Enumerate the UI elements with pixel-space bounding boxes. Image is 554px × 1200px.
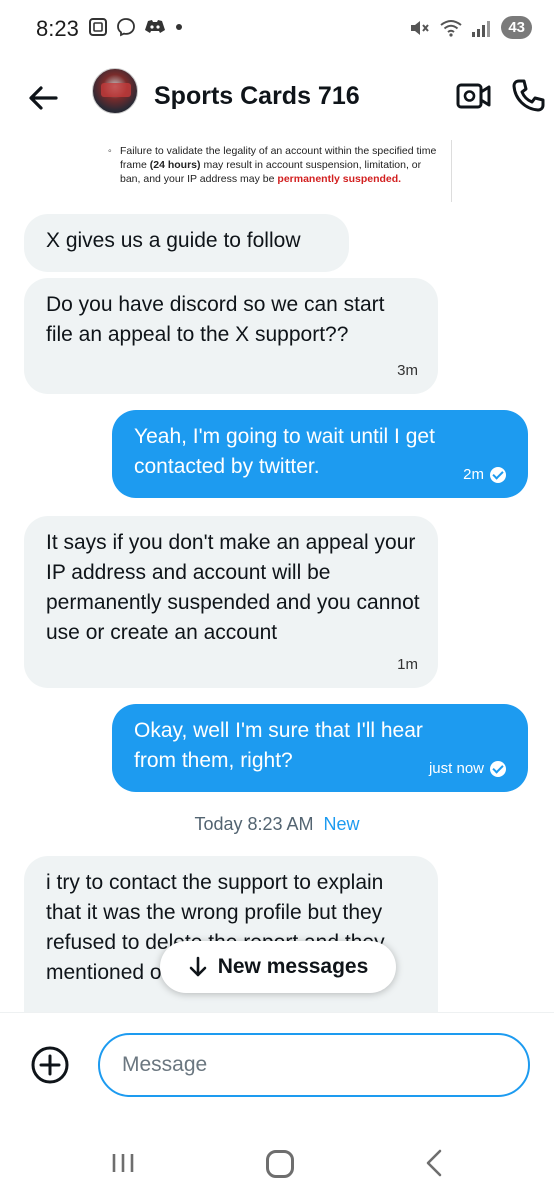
bullet-icon: ◦ [108,145,112,157]
status-notification-icons [88,17,184,37]
phone-icon[interactable] [510,78,546,114]
video-call-icon[interactable] [456,80,492,112]
message-bubble-incoming[interactable]: It says if you don't make an appeal your… [24,516,438,688]
new-label: New [323,814,360,834]
nav-back-icon[interactable] [424,1148,444,1178]
divider-time: Today 8:23 AM [194,814,314,834]
message-bubble-outgoing[interactable]: Yeah, I'm going to wait until I get cont… [112,410,528,498]
battery-indicator: 43 [501,16,532,39]
status-system-icons: 43 [409,16,532,39]
new-messages-label: New messages [217,955,369,978]
screenshot-icon [89,18,107,36]
avatar[interactable] [92,68,138,114]
message-text: It says if you don't make an appeal your… [46,531,420,644]
message-text: Okay, well I'm sure that I'll hear from … [134,719,423,772]
message-input[interactable] [98,1033,530,1097]
check-icon [490,467,506,483]
status-time: 8:23 [36,16,79,41]
home-icon[interactable] [266,1150,294,1178]
message-bubble-incoming[interactable]: X gives us a guide to follow [24,214,349,272]
attached-image[interactable]: ◦ Failure to validate the legality of an… [100,140,452,202]
message-time: 2m [463,466,484,483]
mute-icon [411,20,430,35]
attached-image-text: ◦ Failure to validate the legality of an… [108,144,442,186]
message-time: just now [428,760,484,777]
message-text: Do you have discord so we can start file… [46,293,385,346]
date-divider: Today 8:23 AM New [0,814,554,835]
wifi-icon [440,19,462,37]
conversation-name[interactable]: Sports Cards 716 [154,82,360,111]
status-bar: 8:23 43 [0,0,554,60]
doc-bold: (24 hours) [149,159,201,171]
system-nav-bar [0,1126,554,1200]
message-text: Yeah, I'm going to wait until I get cont… [134,425,435,478]
message-text: X gives us a guide to follow [46,229,301,252]
message-bubble-incoming[interactable]: Do you have discord so we can start file… [24,278,438,394]
recents-icon[interactable] [110,1150,136,1176]
message-status: just now [429,760,506,778]
check-icon [490,761,506,777]
message-status: 2m [463,466,506,484]
messenger-icon [117,18,135,37]
message-time: 1m [397,656,418,673]
back-arrow-icon[interactable] [26,80,62,116]
discord-icon [145,20,165,33]
dot-icon [176,24,182,30]
message-list[interactable]: ◦ Failure to validate the legality of an… [0,140,554,1012]
message-bubble-outgoing[interactable]: Okay, well I'm sure that I'll hear from … [112,704,528,792]
add-media-icon[interactable] [30,1045,70,1085]
doc-red: permanently suspended. [277,173,402,185]
message-time: 3m [397,362,418,379]
arrow-down-icon [189,956,207,977]
composer [0,1012,554,1122]
new-messages-button[interactable]: New messages [160,941,396,993]
conversation-header: Sports Cards 716 [0,60,554,136]
signal-icon [472,20,491,37]
